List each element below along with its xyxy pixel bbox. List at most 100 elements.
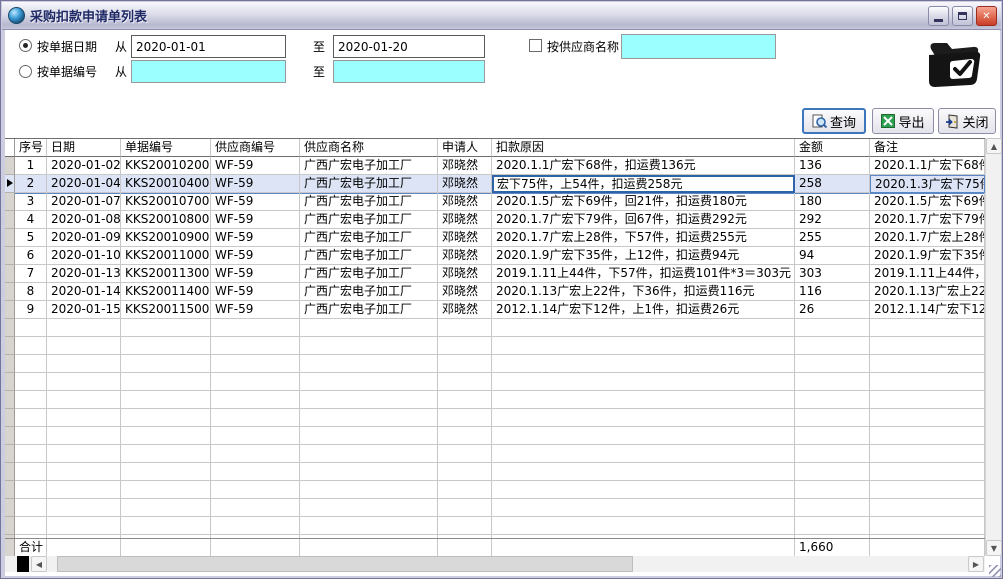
cell-supplier-name[interactable]: 广西广宏电子加工厂	[300, 175, 438, 193]
horizontal-scrollbar[interactable]: ◀ ▶	[5, 556, 985, 572]
cell-doc-no[interactable]: KKS200104001	[121, 175, 211, 193]
scrollbar-divider-handle[interactable]	[17, 556, 29, 572]
cell-supplier-no[interactable]: WF-59	[211, 283, 300, 301]
table-row[interactable]: 52020-01-09KKS200109001WF-59广西广宏电子加工厂邓晓然…	[5, 229, 985, 247]
cell-reason[interactable]: 宏下75件，上54件，扣运费258元	[492, 175, 795, 193]
cell-supplier-name[interactable]: 广西广宏电子加工厂	[300, 265, 438, 283]
cell-seq[interactable]: 8	[15, 283, 47, 301]
row-indicator[interactable]	[5, 247, 15, 265]
cell-date[interactable]: 2020-01-09	[47, 229, 121, 247]
number-to-input[interactable]	[333, 60, 485, 83]
cell-remark[interactable]: 2020.1.7广宏上28件，下57件，扣运费255元	[870, 229, 985, 247]
cell-doc-no[interactable]: KKS200108001	[121, 211, 211, 229]
cell-amount[interactable]: 303	[795, 265, 870, 283]
column-header-applicant[interactable]: 申请人	[438, 139, 492, 157]
cell-date[interactable]: 2020-01-14	[47, 283, 121, 301]
date-to-input[interactable]	[333, 35, 485, 58]
cell-supplier-no[interactable]: WF-59	[211, 247, 300, 265]
close-window-button[interactable]: ✕	[976, 6, 997, 26]
maximize-button[interactable]	[952, 6, 973, 26]
cell-supplier-name[interactable]: 广西广宏电子加工厂	[300, 211, 438, 229]
cell-remark[interactable]: 2020.1.1广宏下68件，扣运费136元	[870, 157, 985, 175]
cell-remark[interactable]: 2020.1.7广宏下79件，回67件，扣运费292元	[870, 211, 985, 229]
row-indicator[interactable]	[5, 157, 15, 175]
title-bar[interactable]: 采购扣款申请单列表 ✕	[2, 2, 1001, 30]
close-form-button[interactable]: 关闭	[938, 108, 996, 134]
cell-applicant[interactable]: 邓晓然	[438, 265, 492, 283]
cell-remark[interactable]: 2012.1.14广宏下12件，上1件，扣运费26元	[870, 301, 985, 319]
cell-doc-no[interactable]: KKS200114001	[121, 283, 211, 301]
cell-amount[interactable]: 116	[795, 283, 870, 301]
scroll-left-button[interactable]: ◀	[31, 556, 47, 572]
horizontal-scroll-thumb[interactable]	[57, 556, 633, 572]
checkbox-by-supplier[interactable]	[529, 39, 542, 52]
row-indicator[interactable]	[5, 193, 15, 211]
cell-date[interactable]: 2020-01-08	[47, 211, 121, 229]
row-indicator[interactable]	[5, 229, 15, 247]
cell-doc-no[interactable]: KKS200107001	[121, 193, 211, 211]
cell-amount[interactable]: 258	[795, 175, 870, 193]
cell-reason[interactable]: 2020.1.1广宏下68件，扣运费136元	[492, 157, 795, 175]
cell-supplier-name[interactable]: 广西广宏电子加工厂	[300, 193, 438, 211]
cell-seq[interactable]: 5	[15, 229, 47, 247]
column-header-date[interactable]: 日期	[47, 139, 121, 157]
cell-supplier-no[interactable]: WF-59	[211, 211, 300, 229]
column-header-amount[interactable]: 金额	[795, 139, 870, 157]
cell-supplier-no[interactable]: WF-59	[211, 193, 300, 211]
vertical-scrollbar[interactable]: ▲ ▼	[985, 138, 1001, 556]
cell-date[interactable]: 2020-01-10	[47, 247, 121, 265]
column-header-supplier-name[interactable]: 供应商名称	[300, 139, 438, 157]
cell-doc-no[interactable]: KKS200102001	[121, 157, 211, 175]
column-header-remark[interactable]: 备注	[870, 139, 985, 157]
table-row[interactable]: 62020-01-10KKS200110001WF-59广西广宏电子加工厂邓晓然…	[5, 247, 985, 265]
cell-applicant[interactable]: 邓晓然	[438, 229, 492, 247]
cell-remark[interactable]: 2020.1.3广宏下75件，上54件，扣运费258元	[870, 175, 985, 193]
cell-date[interactable]: 2020-01-07	[47, 193, 121, 211]
cell-supplier-no[interactable]: WF-59	[211, 157, 300, 175]
cell-supplier-name[interactable]: 广西广宏电子加工厂	[300, 247, 438, 265]
cell-date[interactable]: 2020-01-02	[47, 157, 121, 175]
row-indicator[interactable]	[5, 301, 15, 319]
cell-amount[interactable]: 255	[795, 229, 870, 247]
cell-date[interactable]: 2020-01-04	[47, 175, 121, 193]
row-indicator[interactable]	[5, 283, 15, 301]
cell-applicant[interactable]: 邓晓然	[438, 301, 492, 319]
cell-supplier-no[interactable]: WF-59	[211, 175, 300, 193]
cell-reason[interactable]: 2020.1.7广宏下79件，回67件，扣运费292元	[492, 211, 795, 229]
cell-supplier-name[interactable]: 广西广宏电子加工厂	[300, 157, 438, 175]
table-row[interactable]: 22020-01-04KKS200104001WF-59广西广宏电子加工厂邓晓然…	[5, 175, 985, 193]
radio-by-date[interactable]	[19, 39, 32, 52]
cell-supplier-no[interactable]: WF-59	[211, 229, 300, 247]
resize-grip[interactable]	[989, 565, 1001, 577]
cell-seq[interactable]: 6	[15, 247, 47, 265]
cell-seq[interactable]: 4	[15, 211, 47, 229]
cell-amount[interactable]: 292	[795, 211, 870, 229]
radio-by-number[interactable]	[19, 65, 32, 78]
row-indicator[interactable]	[5, 211, 15, 229]
cell-date[interactable]: 2020-01-15	[47, 301, 121, 319]
cell-applicant[interactable]: 邓晓然	[438, 247, 492, 265]
column-header-supplier-no[interactable]: 供应商编号	[211, 139, 300, 157]
cell-amount[interactable]: 180	[795, 193, 870, 211]
cell-applicant[interactable]: 邓晓然	[438, 211, 492, 229]
scroll-up-button[interactable]: ▲	[986, 138, 1002, 154]
cell-applicant[interactable]: 邓晓然	[438, 193, 492, 211]
row-indicator[interactable]	[5, 175, 15, 193]
cell-reason[interactable]: 2020.1.9广宏下35件，上12件，扣运费94元	[492, 247, 795, 265]
table-row[interactable]: 12020-01-02KKS200102001WF-59广西广宏电子加工厂邓晓然…	[5, 157, 985, 175]
minimize-button[interactable]	[928, 6, 949, 26]
cell-supplier-name[interactable]: 广西广宏电子加工厂	[300, 301, 438, 319]
date-from-input[interactable]	[131, 35, 286, 58]
cell-reason[interactable]: 2020.1.7广宏上28件，下57件，扣运费255元	[492, 229, 795, 247]
cell-seq[interactable]: 7	[15, 265, 47, 283]
cell-reason[interactable]: 2020.1.13广宏上22件，下36件，扣运费116元	[492, 283, 795, 301]
scroll-down-button[interactable]: ▼	[986, 540, 1002, 556]
cell-remark[interactable]: 2019.1.11上44件，下57件，扣运费101件*3＝303元	[870, 265, 985, 283]
cell-remark[interactable]: 2020.1.9广宏下35件，上12件，扣运费94元	[870, 247, 985, 265]
cell-seq[interactable]: 1	[15, 157, 47, 175]
cell-reason[interactable]: 2012.1.14广宏下12件，上1件，扣运费26元	[492, 301, 795, 319]
cell-supplier-no[interactable]: WF-59	[211, 301, 300, 319]
cell-applicant[interactable]: 邓晓然	[438, 283, 492, 301]
cell-supplier-name[interactable]: 广西广宏电子加工厂	[300, 229, 438, 247]
supplier-name-input[interactable]	[621, 34, 776, 59]
